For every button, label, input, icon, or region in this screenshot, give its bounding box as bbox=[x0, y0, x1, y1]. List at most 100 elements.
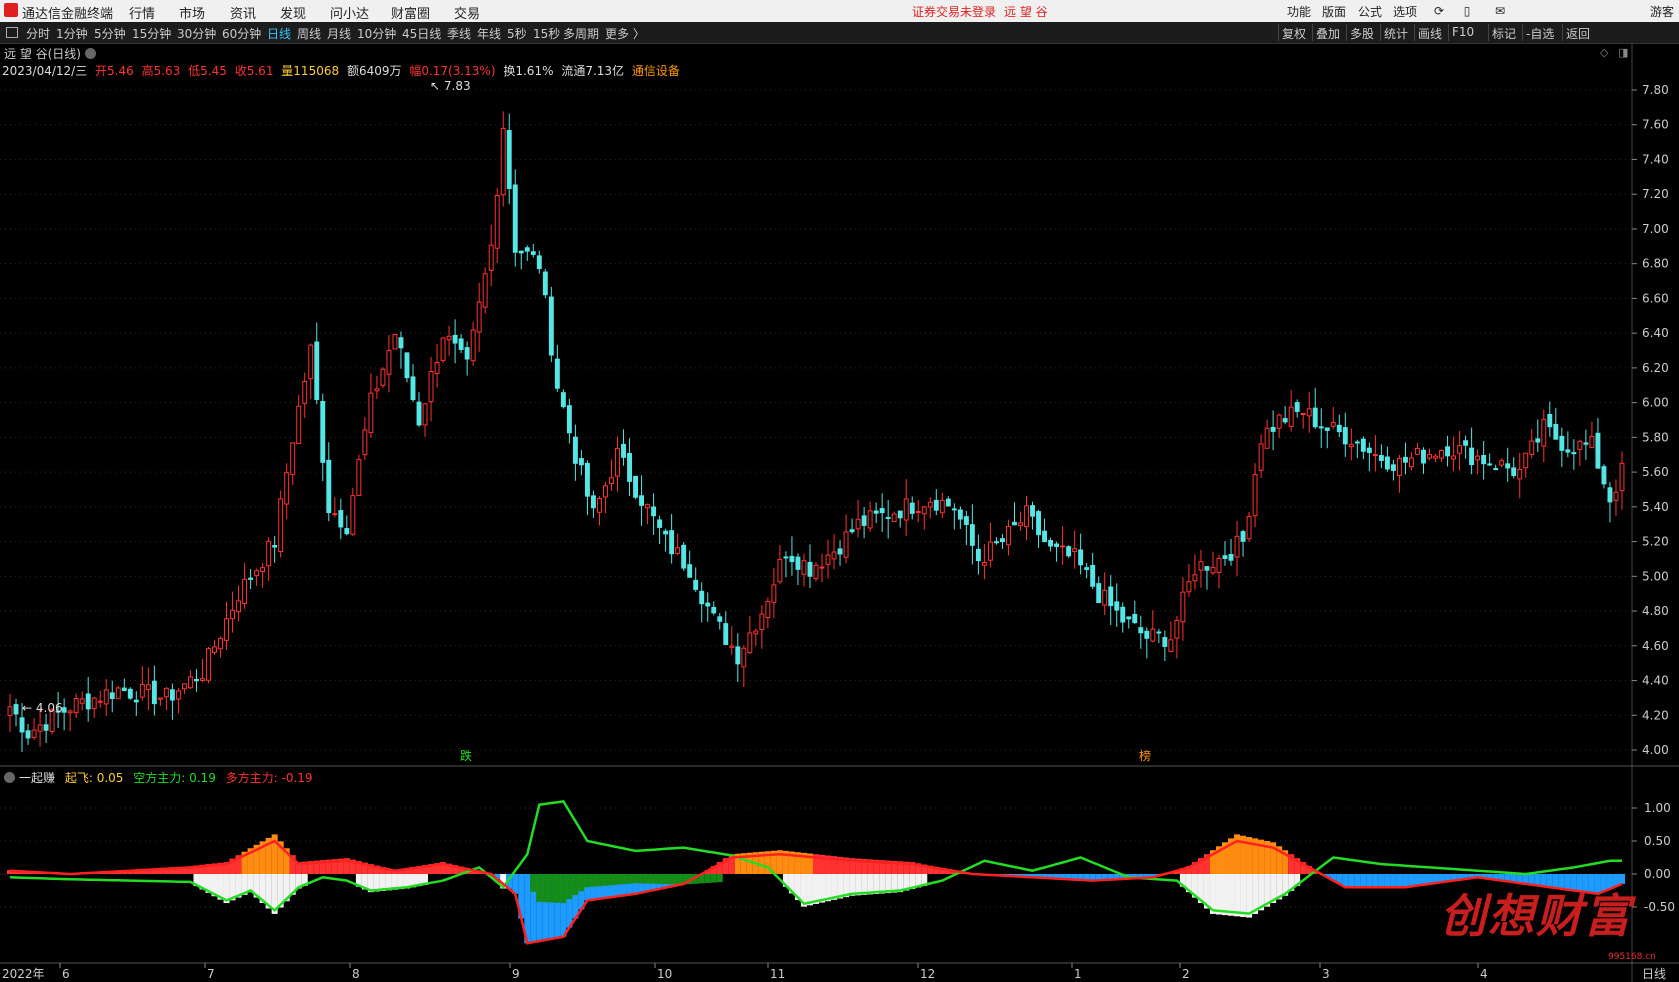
candle-body bbox=[332, 513, 338, 516]
indicator-bar-down bbox=[1348, 874, 1355, 888]
candle-body bbox=[1078, 549, 1084, 566]
period-tab-6[interactable]: 日线 bbox=[267, 25, 291, 42]
toolbar-right-2[interactable]: 多股 bbox=[1350, 25, 1374, 42]
candle-body bbox=[200, 678, 205, 681]
candle-body bbox=[1390, 464, 1396, 471]
period-tab-0[interactable]: 分时 bbox=[26, 25, 50, 42]
menu-options[interactable]: 选项 bbox=[1393, 3, 1417, 20]
candle-body bbox=[897, 510, 903, 519]
candle-body bbox=[921, 506, 927, 515]
indicator-bar-green bbox=[668, 874, 675, 885]
toolbar-right-4[interactable]: 画线 bbox=[1418, 25, 1442, 42]
menu-item-ask[interactable]: 问小达 bbox=[330, 3, 369, 22]
indicator-bar-green bbox=[536, 874, 543, 902]
period-tab-4[interactable]: 30分钟 bbox=[177, 25, 216, 42]
candle-body bbox=[723, 623, 729, 645]
toolbar-right-3[interactable]: 统计 bbox=[1384, 25, 1408, 42]
period-tab-13[interactable]: 5秒 bbox=[507, 25, 527, 42]
indicator-bar-green bbox=[542, 874, 549, 903]
candle-body bbox=[1180, 591, 1186, 623]
candle-body bbox=[1523, 452, 1529, 469]
candle-body bbox=[705, 602, 711, 607]
toolbar-separator bbox=[1414, 24, 1415, 41]
price-tick-label: 7.40 bbox=[1642, 152, 1669, 166]
candle-body bbox=[145, 684, 151, 691]
time-axis-label: 3 bbox=[1322, 967, 1330, 981]
period-tab-11[interactable]: 季线 bbox=[447, 25, 471, 42]
period-tab-2[interactable]: 5分钟 bbox=[94, 25, 126, 42]
period-tab-9[interactable]: 10分钟 bbox=[357, 25, 396, 42]
candle-body bbox=[1601, 466, 1607, 485]
toolbar-right-8[interactable]: 返回 bbox=[1566, 25, 1590, 42]
candle-body bbox=[392, 333, 398, 350]
candle-body bbox=[1240, 531, 1246, 542]
candle-body bbox=[1264, 427, 1270, 449]
app-title: 通达信金融终端 bbox=[22, 7, 114, 22]
price-tick-label: 4.00 bbox=[1642, 743, 1669, 757]
candle-body bbox=[789, 555, 795, 563]
period-tab-12[interactable]: 年线 bbox=[477, 25, 501, 42]
toolbar-right-6[interactable]: 标记 bbox=[1492, 25, 1516, 42]
period-tab-15[interactable]: 多周期 bbox=[563, 25, 599, 42]
menu-item-wealth[interactable]: 财富圈 bbox=[391, 3, 430, 22]
toolbar-separator bbox=[1562, 24, 1563, 41]
period-tab-3[interactable]: 15分钟 bbox=[132, 25, 171, 42]
indicator-dropdown-icon[interactable] bbox=[4, 772, 15, 783]
candle-body bbox=[597, 498, 602, 513]
menu-layout[interactable]: 版面 bbox=[1322, 3, 1346, 20]
candle-body bbox=[410, 376, 416, 401]
candle-body bbox=[494, 194, 500, 249]
candle-body bbox=[1553, 423, 1559, 440]
candle-body bbox=[566, 405, 572, 434]
app-logo-icon bbox=[4, 3, 18, 17]
indicator-bar-down bbox=[1360, 874, 1367, 888]
candle-body bbox=[975, 548, 981, 562]
toolbar-right-0[interactable]: 复权 bbox=[1282, 25, 1306, 42]
toolbar-right-5[interactable]: F10 bbox=[1452, 25, 1474, 39]
toolbar-right-1[interactable]: 叠加 bbox=[1316, 25, 1340, 42]
menu-item-trade[interactable]: 交易 bbox=[454, 3, 480, 22]
candle-body bbox=[1228, 554, 1234, 561]
indicator-bar-white bbox=[812, 874, 819, 904]
menu-item-discover[interactable]: 发现 bbox=[280, 3, 306, 22]
panel-toggle-icon[interactable] bbox=[6, 27, 18, 38]
candle-body bbox=[1012, 521, 1017, 526]
candle-body bbox=[572, 436, 578, 464]
period-tab-16[interactable]: 更多 〉 bbox=[605, 25, 645, 42]
phone-icon[interactable]: ▯ bbox=[1460, 4, 1474, 18]
mail-icon[interactable]: ✉ bbox=[1493, 4, 1507, 18]
indicator-bar-down bbox=[1408, 874, 1415, 887]
indicator-bar-green bbox=[596, 874, 603, 887]
menu-formula[interactable]: 公式 bbox=[1358, 3, 1382, 20]
candle-body bbox=[681, 544, 687, 569]
menu-item-news[interactable]: 资讯 bbox=[230, 3, 256, 22]
indicator-bar-green bbox=[650, 874, 657, 884]
candle-body bbox=[837, 548, 843, 555]
period-tab-8[interactable]: 月线 bbox=[327, 25, 351, 42]
login-notice[interactable]: 证券交易未登录 bbox=[912, 3, 996, 20]
indicator-name[interactable]: 一起赚 bbox=[19, 771, 55, 785]
time-axis-label: 11 bbox=[770, 967, 785, 981]
refresh-icon[interactable]: ⟳ bbox=[1432, 4, 1446, 18]
user-label[interactable]: 游客 bbox=[1650, 3, 1674, 20]
candle-body bbox=[1451, 455, 1457, 460]
candle-body bbox=[945, 498, 951, 507]
candle-body bbox=[981, 562, 987, 566]
candle-body bbox=[1126, 616, 1132, 620]
candle-body bbox=[1030, 505, 1035, 517]
menu-function[interactable]: 功能 bbox=[1287, 3, 1311, 20]
candle-body bbox=[386, 350, 392, 375]
candle-body bbox=[320, 401, 326, 463]
menu-item-market[interactable]: 市场 bbox=[179, 3, 205, 22]
period-tab-1[interactable]: 1分钟 bbox=[56, 25, 88, 42]
candle-body bbox=[933, 499, 939, 511]
period-tab-5[interactable]: 60分钟 bbox=[222, 25, 261, 42]
candle-body bbox=[969, 524, 975, 546]
period-tab-10[interactable]: 45日线 bbox=[402, 25, 441, 42]
period-tab-7[interactable]: 周线 bbox=[297, 25, 321, 42]
menu-item-quotes[interactable]: 行情 bbox=[129, 3, 155, 22]
candle-body bbox=[398, 337, 404, 349]
toolbar-right-7[interactable]: -自选 bbox=[1526, 25, 1554, 42]
kline-chart[interactable]: 7.80 7.60 7.40 7.20 7.00 6.80 6.60 6.40 6.20 6.00… bbox=[0, 43, 1679, 982]
period-tab-14[interactable]: 15秒 bbox=[533, 25, 560, 42]
